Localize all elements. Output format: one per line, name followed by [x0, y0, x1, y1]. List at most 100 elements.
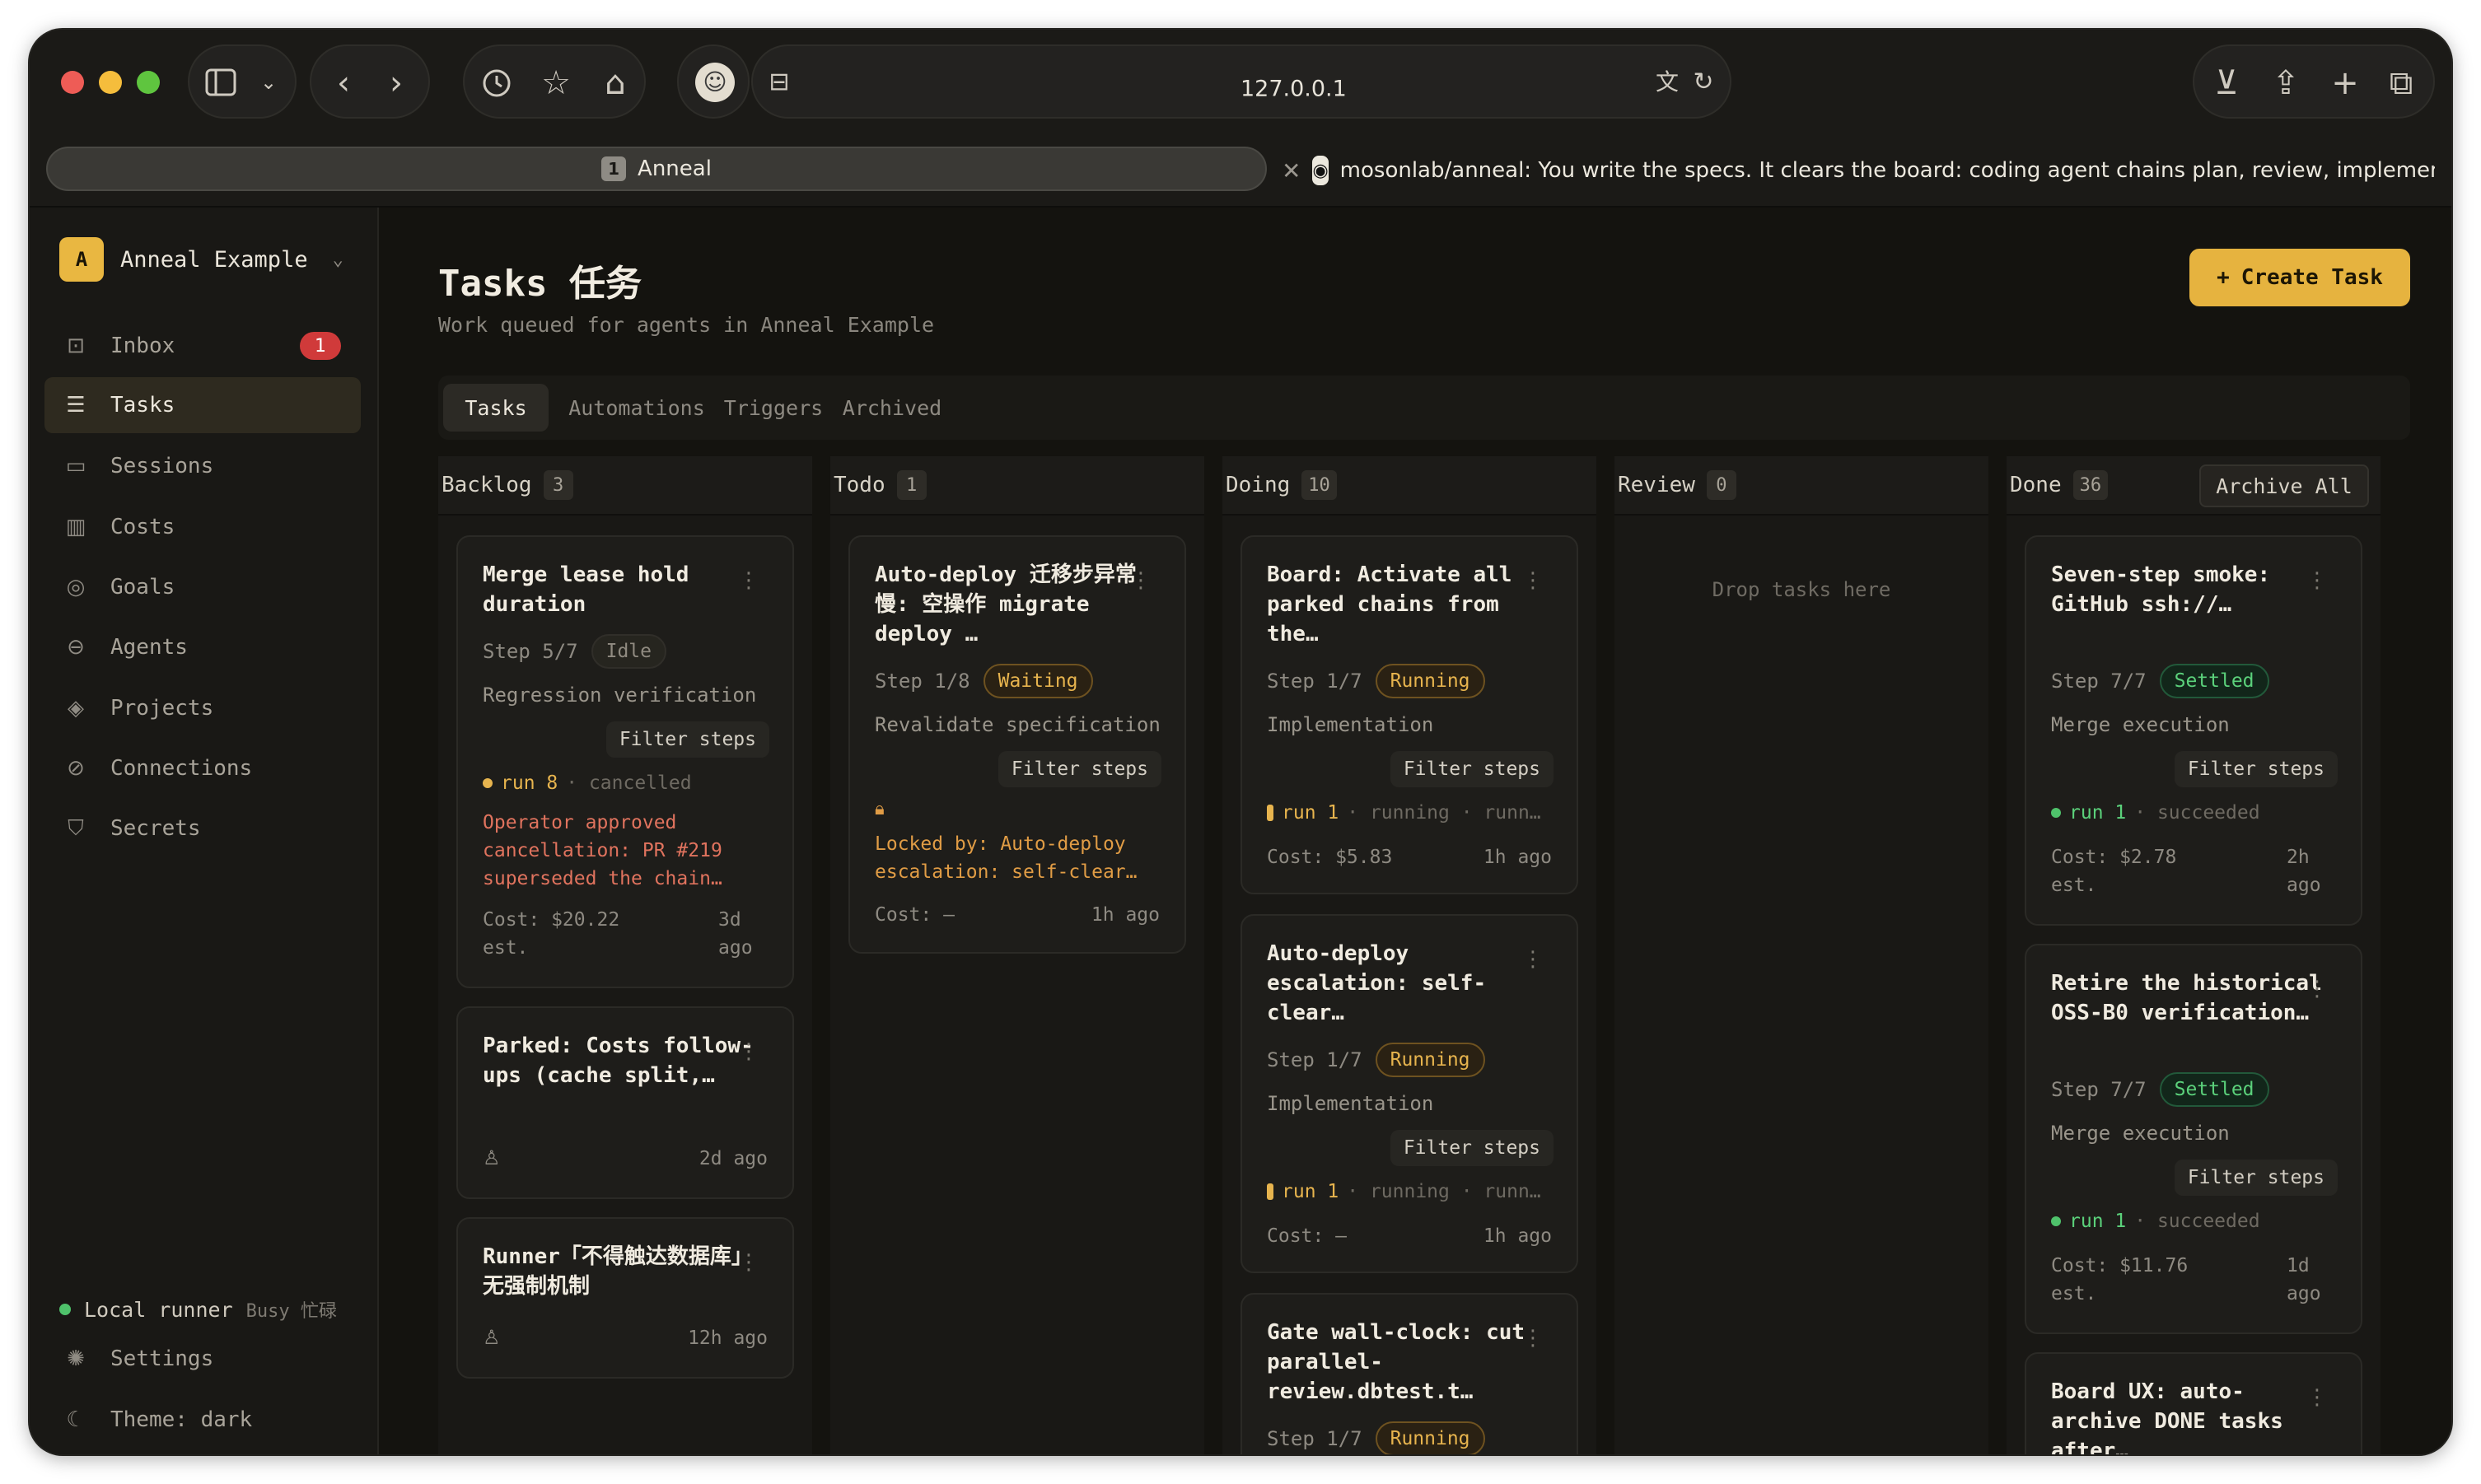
run-label[interactable]: run 8 — [501, 772, 558, 794]
sidebar-item-tasks[interactable]: ☰ Tasks — [44, 377, 361, 433]
status-badge: Settled — [2159, 664, 2269, 698]
current-phase: Revalidate specification — [875, 713, 1161, 736]
translate-icon[interactable]: 文 — [1651, 66, 1684, 99]
step-progress: Step 5/7 — [483, 640, 578, 663]
page-settings-icon[interactable]: ⊟ — [761, 64, 797, 100]
new-tab-plus-icon[interactable]: + — [2326, 64, 2364, 102]
view-tabs: Tasks Automations Triggers Archived — [438, 376, 2410, 440]
sidebar-item-label: Tasks — [110, 393, 175, 418]
tab-github[interactable]: ✕ ◉ mosonlab/anneal: You write the specs… — [1282, 152, 2435, 189]
run-state: · running · runn… — [1347, 802, 1541, 824]
more-vertical-icon[interactable]: ⋮ — [738, 1039, 759, 1064]
more-vertical-icon[interactable]: ⋮ — [1522, 1326, 1544, 1351]
sidebar-item-goals[interactable]: ◎ Goals — [44, 559, 361, 615]
zoom-window-button[interactable] — [137, 71, 160, 94]
sidebar-item-projects[interactable]: ◈ Projects — [44, 680, 361, 736]
share-icon[interactable]: ⇪ — [2267, 64, 2305, 102]
task-card[interactable]: Merge lease hold duration ⋮ Step 5/7 Idl… — [456, 535, 794, 988]
download-icon[interactable]: ⊻ — [2208, 64, 2245, 102]
forward-arrow-icon[interactable]: › — [376, 63, 417, 104]
main-content: Tasks 任务 Work queued for agents in Annea… — [379, 208, 2451, 1454]
filter-steps-button[interactable]: Filter steps — [1390, 751, 1554, 787]
tab-tasks[interactable]: Tasks — [443, 384, 549, 432]
theme-toggle[interactable]: ☾ Theme: dark — [44, 1392, 361, 1448]
more-vertical-icon[interactable]: ⋮ — [1130, 568, 1152, 593]
sidebar: A Anneal Example ⌄ ⊡ Inbox 1 ☰ Tasks ▭ S… — [30, 208, 379, 1454]
more-vertical-icon[interactable]: ⋮ — [2306, 568, 2328, 593]
step-line: Step 1/7 Running — [1267, 1421, 1485, 1454]
tab-overview-icon[interactable]: ⧉ — [2382, 64, 2420, 102]
column-count: 10 — [1301, 470, 1337, 500]
run-label[interactable]: run 1 — [2069, 1211, 2126, 1232]
task-card[interactable]: Board UX: auto-archive DONE tasks after…… — [2025, 1352, 2362, 1454]
more-vertical-icon[interactable]: ⋮ — [1522, 568, 1544, 593]
browser-window: ⌄ ‹ › ☆ ⌂ ☺ ⊟ 文 ↻ 127.0.0.1 ⊻ ⇪ + ⧉ 1 An… — [30, 30, 2451, 1454]
chevron-down-icon[interactable]: ⌄ — [254, 68, 283, 97]
tab-archived[interactable]: Archived — [832, 384, 952, 432]
run-label[interactable]: run 1 — [2069, 802, 2126, 824]
close-tab-icon[interactable]: ✕ — [1282, 157, 1301, 184]
task-card[interactable]: Gate wall-clock: cut parallel-review.dbt… — [1240, 1293, 1578, 1454]
plus-icon: + — [2217, 265, 2230, 290]
archive-all-button[interactable]: Archive All — [2199, 464, 2369, 507]
more-vertical-icon[interactable]: ⋮ — [738, 1250, 759, 1275]
more-vertical-icon[interactable]: ⋮ — [1522, 947, 1544, 972]
tab-triggers[interactable]: Triggers — [718, 384, 829, 432]
runner-busy-text: Busy 忙碌 — [245, 1301, 337, 1322]
filter-steps-button[interactable]: Filter steps — [2174, 1160, 2338, 1196]
back-arrow-icon[interactable]: ‹ — [323, 63, 364, 104]
local-runner-status: Local runner Busy 忙碌 — [59, 1296, 337, 1323]
current-phase: Implementation — [1267, 1092, 1434, 1115]
close-window-button[interactable] — [61, 71, 84, 94]
window-actions-group: ⊻ ⇪ + ⧉ — [2193, 44, 2435, 119]
run-status: run 1 · running · runn… — [1267, 1181, 1541, 1202]
filter-steps-button[interactable]: Filter steps — [605, 721, 769, 758]
task-card[interactable]: Parked: Costs follow-ups (cache split,… … — [456, 1006, 794, 1199]
tab-title: Anneal — [638, 156, 712, 181]
task-card[interactable]: Seven-step smoke: GitHub ssh://… ⋮ Step … — [2025, 535, 2362, 926]
task-card[interactable]: Auto-deploy escalation: self-clear… ⋮ St… — [1240, 914, 1578, 1273]
more-vertical-icon[interactable]: ⋮ — [2306, 977, 2328, 1001]
chat-icon: ▭ — [65, 454, 86, 478]
sidebar-item-label: Connections — [110, 756, 253, 781]
profile-button[interactable]: ☺ — [677, 44, 750, 119]
sidebar-toggle-icon[interactable] — [203, 64, 239, 100]
task-card[interactable]: Retire the historical OSS-B0 verificatio… — [2025, 944, 2362, 1334]
task-card[interactable]: Board: Activate all parked chains from t… — [1240, 535, 1578, 894]
current-phase: Regression verification — [483, 684, 757, 707]
filter-steps-button[interactable]: Filter steps — [2174, 751, 2338, 787]
run-status: run 1 · running · runn… — [1267, 802, 1541, 824]
filter-steps-button[interactable]: Filter steps — [1390, 1130, 1554, 1166]
bookmark-star-icon[interactable]: ☆ — [537, 64, 575, 102]
sidebar-item-agents[interactable]: ⊖ Agents — [44, 619, 361, 675]
tab-anneal[interactable]: 1 Anneal — [46, 147, 1267, 191]
task-card[interactable]: Runner「不得触达数据库」无强制机制 ⋮ ♙ 12h ago — [456, 1217, 794, 1379]
filter-steps-button[interactable]: Filter steps — [998, 751, 1161, 787]
user-icon: ♙ — [483, 1146, 501, 1169]
timestamp: 1h ago — [1091, 904, 1160, 926]
history-clock-icon[interactable] — [478, 64, 516, 102]
sidebar-item-secrets[interactable]: ⛉ Secrets — [44, 800, 361, 856]
column-header: Backlog 3 — [438, 456, 812, 516]
sidebar-item-settings[interactable]: ✺ Settings — [44, 1331, 361, 1387]
task-title: Seven-step smoke: GitHub ssh://… — [2051, 562, 2271, 617]
create-task-button[interactable]: + Create Task — [2189, 249, 2410, 306]
tab-automations[interactable]: Automations — [558, 384, 715, 432]
reload-icon[interactable]: ↻ — [1687, 66, 1720, 99]
task-card[interactable]: Auto-deploy 迁移步异常慢: 空操作 migrate deploy …… — [848, 535, 1186, 954]
sidebar-item-costs[interactable]: ▥ Costs — [44, 499, 361, 555]
run-label[interactable]: run 1 — [1282, 1181, 1339, 1202]
timestamp: 1h ago — [1483, 847, 1552, 868]
home-icon[interactable]: ⌂ — [596, 64, 634, 102]
cost-estimate: Cost: — — [875, 904, 955, 926]
sidebar-item-inbox[interactable]: ⊡ Inbox 1 — [44, 318, 361, 374]
task-title: Gate wall-clock: cut parallel-review.dbt… — [1267, 1320, 1526, 1404]
run-label[interactable]: run 1 — [1282, 802, 1339, 824]
sidebar-item-sessions[interactable]: ▭ Sessions — [44, 438, 361, 494]
more-vertical-icon[interactable]: ⋮ — [2306, 1385, 2328, 1410]
workspace-switcher[interactable]: A Anneal Example ⌄ — [59, 237, 343, 282]
minimize-window-button[interactable] — [99, 71, 122, 94]
more-vertical-icon[interactable]: ⋮ — [738, 568, 759, 593]
sidebar-item-connections[interactable]: ⊘ Connections — [44, 740, 361, 796]
column-header: Todo 1 — [830, 456, 1204, 516]
